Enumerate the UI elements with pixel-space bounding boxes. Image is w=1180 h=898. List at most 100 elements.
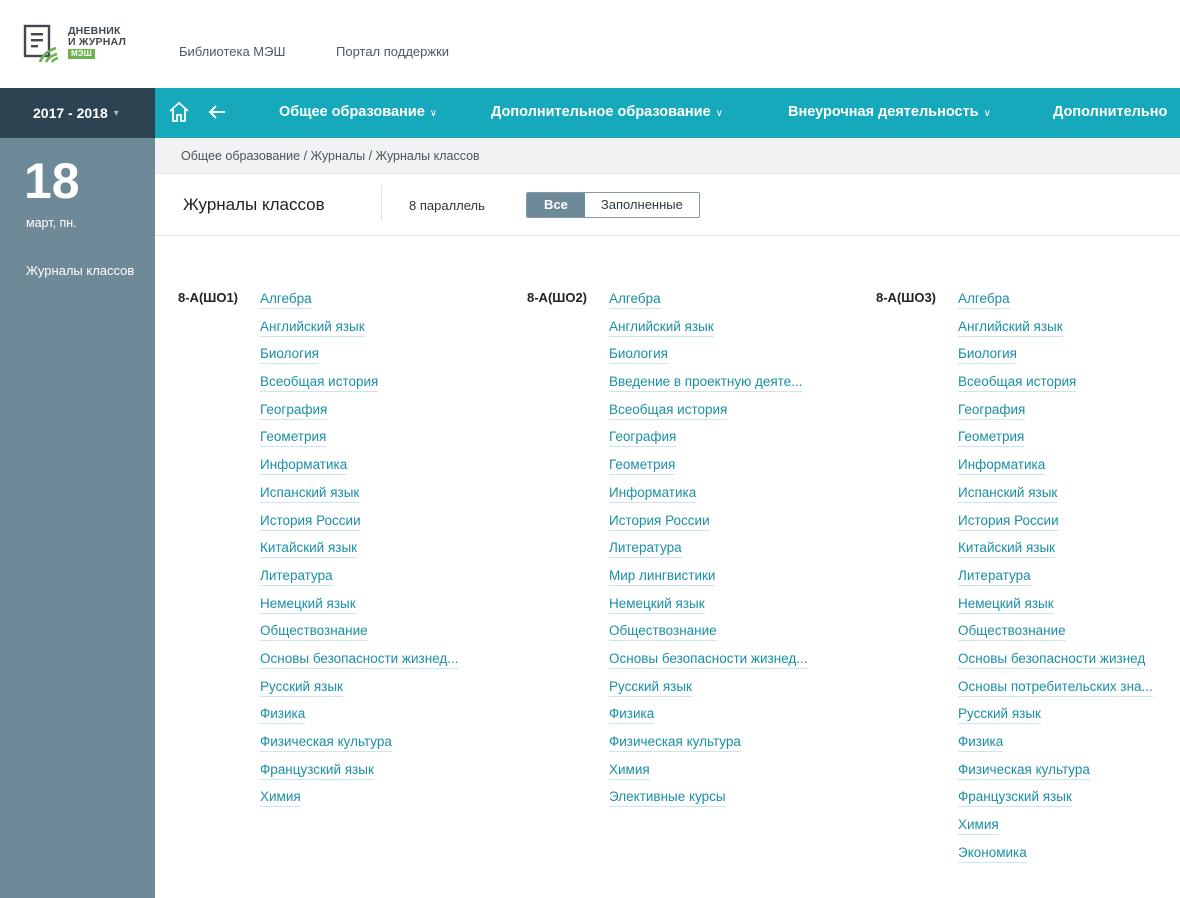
subject-link[interactable]: Немецкий язык — [260, 595, 356, 614]
subject-link[interactable]: Литература — [609, 540, 682, 559]
list-item: Физика — [958, 733, 1153, 761]
subject-list: Алгебра Английский язык Биология Введение в… — [609, 290, 808, 816]
subject-link[interactable]: Немецкий язык — [958, 595, 1054, 614]
parallel-selector[interactable]: 8 параллель — [409, 198, 485, 213]
home-icon[interactable] — [167, 100, 191, 124]
list-item: Химия — [958, 816, 1153, 844]
subject-link[interactable]: Обществознание — [260, 623, 368, 642]
subject-link[interactable]: Всеобщая история — [609, 401, 728, 420]
subject-link[interactable]: Китайский язык — [260, 540, 358, 559]
subject-link[interactable]: Введение в проектную деяте... — [609, 374, 803, 393]
subject-link[interactable]: Основы безопасности жизнед — [958, 650, 1146, 669]
class-name: 8-А(ШО2) — [527, 290, 588, 305]
subject-link[interactable]: Русский язык — [609, 678, 692, 697]
subject-link[interactable]: Физическая культура — [609, 734, 741, 752]
subject-link[interactable]: Обществознание — [609, 623, 717, 642]
subject-link[interactable]: География — [958, 401, 1026, 420]
subject-link[interactable]: Мир лингвистики — [609, 567, 716, 586]
sidebar-item-class-journals[interactable]: Журналы классов — [26, 261, 136, 280]
list-item: Информатика — [958, 456, 1153, 484]
list-item: Всеобщая история — [958, 373, 1153, 401]
library-link[interactable]: Библиотека МЭШ — [179, 44, 285, 59]
list-item: Основы безопасности жизнед — [958, 650, 1153, 678]
subject-link[interactable]: Геометрия — [609, 457, 676, 476]
breadcrumb: Общее образование / Журналы / Журналы кл… — [155, 138, 1180, 174]
subject-link[interactable]: Алгебра — [260, 291, 312, 309]
subject-link[interactable]: Геометрия — [958, 429, 1025, 448]
nav-additional-education[interactable]: Дополнительное образование ∨ — [491, 104, 723, 120]
subject-link[interactable]: Физическая культура — [260, 734, 392, 752]
subject-link[interactable]: Английский язык — [609, 318, 714, 337]
subject-link[interactable]: Биология — [609, 346, 668, 365]
subject-link[interactable]: Литература — [260, 567, 333, 586]
subject-link[interactable]: Алгебра — [609, 291, 661, 309]
subject-link[interactable]: Физика — [609, 706, 655, 725]
subject-link[interactable]: Биология — [260, 346, 319, 365]
back-arrow-icon[interactable] — [205, 100, 229, 124]
subject-link[interactable]: История России — [260, 512, 361, 531]
subject-link[interactable]: Всеобщая история — [260, 374, 379, 393]
subject-link[interactable]: История России — [609, 512, 710, 531]
subject-link[interactable]: Информатика — [958, 457, 1046, 476]
subject-link[interactable]: Английский язык — [260, 318, 365, 337]
subject-link[interactable]: Испанский язык — [260, 484, 360, 503]
subject-link[interactable]: Алгебра — [958, 291, 1010, 309]
subject-link[interactable]: Немецкий язык — [609, 595, 705, 614]
list-item: Физика — [609, 705, 808, 733]
list-item: Экономика — [958, 844, 1153, 872]
subject-link[interactable]: Химия — [958, 817, 999, 836]
filter-all-button[interactable]: Все — [527, 193, 585, 217]
list-item: Испанский язык — [958, 484, 1153, 512]
subject-link[interactable]: Основы безопасности жизнед... — [260, 650, 459, 669]
subject-link[interactable]: Информатика — [609, 484, 697, 503]
subject-link[interactable]: Физическая культура — [958, 761, 1090, 780]
divider — [381, 185, 382, 221]
list-item: География — [958, 401, 1153, 429]
subject-link[interactable]: История России — [958, 512, 1059, 531]
subject-link[interactable]: Французский язык — [958, 789, 1072, 808]
subject-link[interactable]: Китайский язык — [958, 540, 1056, 559]
nav-label: Дополнительное образование — [491, 104, 711, 120]
chevron-down-icon: ∨ — [715, 108, 723, 119]
list-item: Русский язык — [958, 705, 1153, 733]
subject-link[interactable]: Биология — [958, 346, 1017, 365]
subject-link[interactable]: География — [609, 429, 677, 448]
nav-additional[interactable]: Дополнительно — [1053, 104, 1167, 120]
subject-link[interactable]: География — [260, 401, 328, 420]
subject-link[interactable]: Основы безопасности жизнед... — [609, 650, 808, 669]
subject-link[interactable]: Информатика — [260, 457, 348, 476]
subject-link[interactable]: Экономика — [958, 844, 1027, 863]
subject-link[interactable]: Литература — [958, 567, 1031, 586]
list-item: Информатика — [260, 456, 459, 484]
year-label: 2017 - 2018 — [33, 105, 108, 121]
logo[interactable]: ДНЕВНИК И ЖУРНАЛ МЭШ — [22, 24, 146, 66]
subject-list: Алгебра Английский язык Биология Всеобщая и… — [958, 290, 1153, 871]
list-item: Алгебра — [260, 290, 459, 318]
subject-link[interactable]: Физика — [958, 734, 1004, 752]
subject-link[interactable]: Всеобщая история — [958, 374, 1077, 393]
list-item: Алгебра — [958, 290, 1153, 318]
logo-badge: МЭШ — [68, 49, 95, 59]
filter-toggle: Все Заполненные — [526, 192, 700, 218]
support-portal-link[interactable]: Портал поддержки — [336, 44, 449, 59]
nav-extracurricular[interactable]: Внеурочная деятельность ∨ — [788, 104, 991, 120]
list-item: Геометрия — [260, 428, 459, 456]
filter-filled-button[interactable]: Заполненные — [584, 193, 699, 217]
year-selector[interactable]: 2017 - 2018 ▾ — [0, 88, 155, 138]
subject-link[interactable]: Основы потребительских зна... — [958, 678, 1153, 697]
subject-link[interactable]: Русский язык — [958, 706, 1041, 725]
subject-link[interactable]: Испанский язык — [958, 484, 1058, 503]
subject-link[interactable]: Элективные курсы — [609, 789, 726, 808]
list-item: Обществознание — [958, 622, 1153, 650]
subject-link[interactable]: Русский язык — [260, 678, 343, 697]
subject-link[interactable]: Химия — [260, 789, 301, 808]
subject-link[interactable]: Английский язык — [958, 318, 1063, 337]
nav-general-education[interactable]: Общее образование ∨ — [279, 104, 437, 120]
subject-link[interactable]: Обществознание — [958, 623, 1066, 642]
chevron-down-icon: ▾ — [113, 107, 119, 119]
subject-link[interactable]: Физика — [260, 706, 306, 725]
subject-link[interactable]: Французский язык — [260, 761, 374, 780]
subject-link[interactable]: Геометрия — [260, 429, 327, 448]
subject-link[interactable]: Химия — [609, 761, 650, 780]
list-item: История России — [609, 512, 808, 540]
